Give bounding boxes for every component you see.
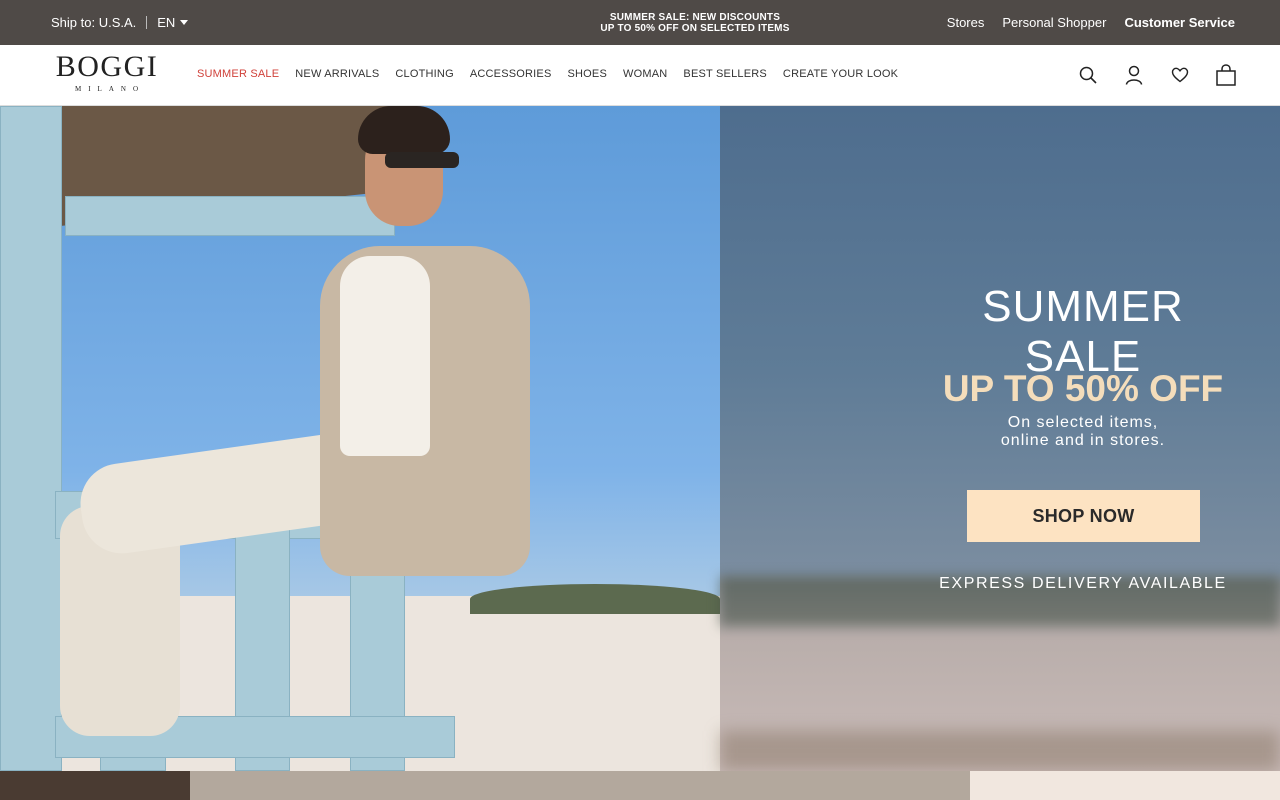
nav-item-clothing[interactable]: CLOTHING bbox=[395, 68, 453, 80]
personal-shopper-link[interactable]: Personal Shopper bbox=[1002, 15, 1106, 30]
brand-logo[interactable]: BOGGI MILANO bbox=[47, 50, 167, 94]
stores-link[interactable]: Stores bbox=[947, 15, 985, 30]
preview-image-right bbox=[970, 771, 1280, 800]
hero-title-text: SUMMER SALE bbox=[982, 282, 1184, 381]
nav-item-summer-sale[interactable]: SUMMER SALE bbox=[197, 68, 279, 80]
wishlist-heart-icon[interactable] bbox=[1168, 63, 1192, 87]
logo-wordmark: BOGGI bbox=[55, 50, 159, 83]
main-header: BOGGI MILANO SUMMER SALE NEW ARRIVALS CL… bbox=[0, 45, 1280, 106]
preview-image-center bbox=[190, 771, 970, 800]
promo-line-2: UP TO 50% OFF ON SELECTED ITEMS bbox=[600, 23, 790, 34]
hero-description-line-2: online and in stores. bbox=[1000, 432, 1166, 449]
express-delivery-note: EXPRESS DELIVERY AVAILABLE bbox=[939, 575, 1227, 592]
preview-image-left bbox=[0, 771, 190, 800]
nav-item-woman[interactable]: WOMAN bbox=[623, 68, 667, 80]
wooden-beam bbox=[65, 196, 395, 236]
header-actions bbox=[1076, 63, 1238, 87]
main-nav: SUMMER SALE NEW ARRIVALS CLOTHING ACCESS… bbox=[197, 68, 898, 80]
nav-item-new-arrivals[interactable]: NEW ARRIVALS bbox=[295, 68, 379, 80]
distant-hill bbox=[470, 584, 720, 614]
announcement-bar: Ship to: U.S.A. EN SUMMER SALE: NEW DISC… bbox=[0, 0, 1280, 45]
promo-message[interactable]: SUMMER SALE: NEW DISCOUNTS UP TO 50% OFF… bbox=[545, 12, 845, 34]
ship-to-selector[interactable]: Ship to: U.S.A. EN bbox=[51, 15, 189, 30]
account-icon[interactable] bbox=[1122, 63, 1146, 87]
chevron-down-icon bbox=[180, 20, 189, 25]
language-label[interactable]: EN bbox=[157, 15, 175, 30]
hero-content: SUMMER SALE UP TO 50% OFF On selected it… bbox=[720, 106, 1280, 771]
model-hair bbox=[358, 106, 450, 154]
hero-description: On selected items, online and in stores. bbox=[918, 414, 1248, 450]
ship-to-label[interactable]: Ship to: U.S.A. bbox=[51, 15, 136, 30]
hero-banner[interactable]: SUMMER SALE UP TO 50% OFF On selected it… bbox=[0, 106, 1280, 771]
hero-title: SUMMER SALE bbox=[918, 282, 1248, 382]
next-section-preview bbox=[0, 771, 1280, 800]
nav-item-best-sellers[interactable]: BEST SELLERS bbox=[683, 68, 767, 80]
logo-subtitle: MILANO bbox=[75, 85, 145, 93]
search-icon[interactable] bbox=[1076, 63, 1100, 87]
nav-item-accessories[interactable]: ACCESSORIES bbox=[470, 68, 552, 80]
utility-links: Stores Personal Shopper Customer Service bbox=[947, 15, 1235, 30]
nav-item-shoes[interactable]: SHOES bbox=[568, 68, 608, 80]
hero-photo bbox=[0, 106, 720, 771]
nav-item-create-your-look[interactable]: CREATE YOUR LOOK bbox=[783, 68, 898, 80]
language-selector[interactable]: EN bbox=[157, 15, 189, 30]
sunglasses bbox=[385, 152, 459, 168]
wooden-post bbox=[0, 106, 62, 771]
promo-line-1: SUMMER SALE: NEW DISCOUNTS bbox=[609, 12, 781, 23]
model-shirt bbox=[340, 256, 430, 456]
divider bbox=[146, 16, 148, 29]
customer-service-link[interactable]: Customer Service bbox=[1124, 15, 1235, 30]
shop-now-button[interactable]: SHOP NOW bbox=[967, 490, 1200, 542]
hero-description-line-1: On selected items, bbox=[1007, 414, 1159, 431]
hero-offer: UP TO 50% OFF bbox=[942, 368, 1224, 409]
shopping-bag-icon[interactable] bbox=[1214, 63, 1238, 87]
